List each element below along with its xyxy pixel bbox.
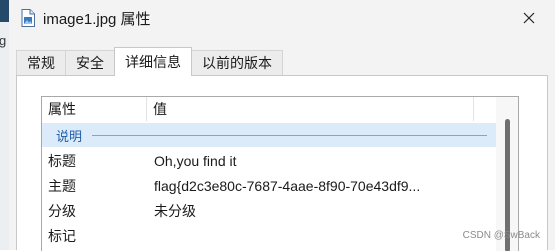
list-header: 属性 值: [42, 97, 497, 121]
tab-strip: 常规 安全 详细信息 以前的版本: [16, 47, 283, 76]
jpg-file-icon: [21, 9, 35, 27]
title-bar[interactable]: image1.jpg 属性: [9, 0, 555, 36]
property-key: 分级: [48, 203, 76, 219]
background-window-text: g: [0, 33, 7, 48]
watermark: CSDN @SwBack: [462, 230, 540, 241]
property-key: 主题: [48, 178, 76, 194]
property-row-tags[interactable]: 标记: [42, 224, 497, 249]
column-header-value[interactable]: 值: [147, 97, 474, 121]
property-row-title[interactable]: 标题 Oh,you find it: [42, 149, 497, 174]
background-window-edge: g: [0, 0, 9, 250]
group-divider: [92, 135, 487, 136]
property-value[interactable]: Oh,you find it: [154, 149, 494, 174]
tab-details[interactable]: 详细信息: [114, 47, 192, 76]
details-tab-page: 属性 值 说明 标题 Oh,you find it 主题 flag{d2c3e8…: [16, 75, 548, 251]
window-title: image1.jpg 属性: [43, 11, 151, 28]
tab-general[interactable]: 常规: [16, 50, 66, 75]
property-value[interactable]: 未分级: [154, 199, 494, 224]
group-label: 说明: [56, 129, 83, 144]
vertical-scrollbar[interactable]: [496, 97, 518, 251]
property-row-subject[interactable]: 主题 flag{d2c3e80c-7687-4aae-8f90-70e43df9…: [42, 174, 497, 199]
tab-security[interactable]: 安全: [65, 50, 115, 75]
property-row-rating[interactable]: 分级 未分级: [42, 199, 497, 224]
property-list[interactable]: 属性 值 说明 标题 Oh,you find it 主题 flag{d2c3e8…: [41, 96, 519, 251]
column-header-property[interactable]: 属性: [42, 97, 147, 121]
property-key: 标题: [48, 153, 76, 169]
close-icon: [523, 12, 535, 24]
close-button[interactable]: [517, 6, 541, 30]
property-key: 标记: [48, 228, 76, 244]
background-window-titlebar: [0, 0, 9, 22]
properties-dialog: image1.jpg 属性 常规 安全 详细信息 以前的版本 属性 值 说明 标…: [9, 0, 555, 251]
group-header-description[interactable]: 说明: [42, 123, 497, 147]
property-value[interactable]: flag{d2c3e80c-7687-4aae-8f90-70e43df9...: [154, 174, 494, 199]
tab-previous-versions[interactable]: 以前的版本: [191, 50, 283, 75]
